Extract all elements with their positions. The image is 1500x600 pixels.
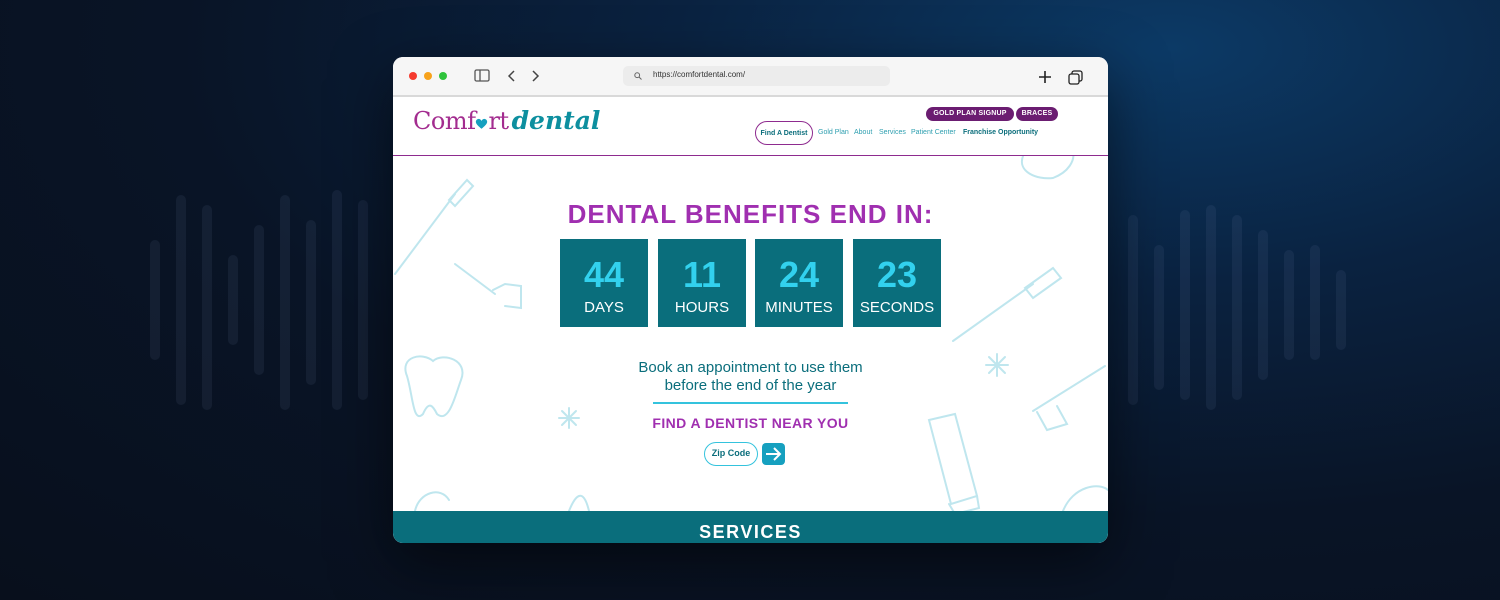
arrow-right-icon [766, 447, 782, 461]
zip-code-input[interactable]: Zip Code [704, 442, 758, 466]
find-dentist-heading: FIND A DENTIST NEAR YOU [652, 415, 849, 431]
forward-icon[interactable] [530, 69, 540, 83]
address-bar[interactable]: https://comfortdental.com/ [623, 66, 890, 86]
zip-submit-button[interactable] [762, 443, 785, 465]
minimize-window-button[interactable] [424, 72, 432, 80]
sidebar-icon[interactable] [474, 69, 490, 82]
countdown-hours: 11 HOURS [658, 239, 746, 327]
nav-patient-center[interactable]: Patient Center [911, 129, 956, 136]
countdown-days: 44 DAYS [560, 239, 648, 327]
search-icon [634, 72, 642, 80]
services-section: SERVICES [393, 511, 1108, 543]
countdown-minutes: 24 MINUTES [755, 239, 843, 327]
countdown-hours-label: HOURS [674, 299, 730, 316]
countdown-seconds-label: SECONDS [859, 299, 935, 316]
services-heading: SERVICES [699, 522, 802, 542]
browser-window: https://comfortdental.com/ Comf rt denta… [393, 57, 1108, 543]
countdown-minutes-label: MINUTES [765, 299, 833, 316]
nav-gold-plan[interactable]: Gold Plan [818, 129, 849, 136]
gold-plan-signup-button[interactable]: GOLD PLAN SIGNUP [926, 107, 1014, 121]
logo-word-comfort: Comf rt [413, 107, 509, 135]
nav-services[interactable]: Services [879, 129, 906, 136]
braces-button[interactable]: BRACES [1016, 107, 1058, 121]
countdown-seconds-value: 23 [876, 254, 918, 295]
new-tab-icon[interactable] [1038, 70, 1052, 84]
countdown-seconds: 23 SECONDS [853, 239, 941, 327]
book-appointment-text-line1: Book an appointment to use them [638, 359, 863, 376]
countdown-headline: DENTAL BENEFITS END IN: [567, 199, 934, 229]
back-icon[interactable] [507, 69, 517, 83]
zoom-window-button[interactable] [439, 72, 447, 80]
book-appointment-text-line2: before the end of the year [664, 377, 837, 394]
browser-toolbar: https://comfortdental.com/ [393, 57, 1108, 95]
logo-word-dental: dental [511, 106, 601, 135]
site-header: Comf rt dental GOLD PLAN SIGNUP BRACES Fin… [393, 97, 1108, 156]
countdown-days-label: DAYS [584, 299, 624, 316]
web-page: Comf rt dental GOLD PLAN SIGNUP BRACES Fin… [393, 97, 1108, 543]
countdown-days-value: 44 [583, 254, 625, 295]
nav-franchise-opportunity[interactable]: Franchise Opportunity [963, 129, 1038, 136]
url-text: https://comfortdental.com/ [653, 70, 746, 79]
countdown-hours-value: 11 [682, 254, 722, 295]
comfort-dental-logo[interactable]: Comf rt dental [413, 106, 600, 136]
nav-about[interactable]: About [854, 129, 872, 136]
nav-find-a-dentist[interactable]: Find A Dentist [755, 121, 813, 145]
section-divider [653, 402, 848, 404]
heart-icon [476, 118, 488, 129]
close-window-button[interactable] [409, 72, 417, 80]
countdown-minutes-value: 24 [778, 254, 820, 295]
tabs-overview-icon[interactable] [1068, 70, 1083, 85]
